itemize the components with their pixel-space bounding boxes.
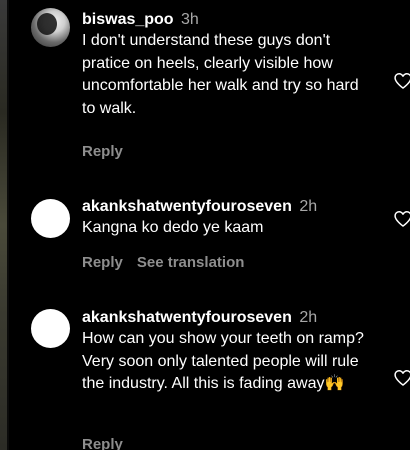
profile-photo-icon[interactable] (31, 8, 70, 47)
comment-username[interactable]: akankshatwentyfouroseven (82, 309, 292, 326)
heart-outline-icon[interactable] (393, 368, 410, 388)
comment-timestamp: 2h (299, 198, 318, 215)
comment-body: akankshatwentyfouroseven 2h Kangna ko de… (82, 196, 374, 240)
comment-actions: Reply (82, 143, 123, 160)
comment-text: I don't understand these guys don't prat… (82, 32, 359, 117)
see-translation-button[interactable]: See translation (137, 254, 245, 271)
default-avatar-icon[interactable] (31, 199, 70, 238)
comment-text: Kangna ko dedo ye kaam (82, 219, 264, 236)
heart-outline-icon[interactable] (393, 209, 410, 229)
reply-button[interactable]: Reply (82, 436, 123, 450)
comment-header: akankshatwentyfouroseven 2h (82, 196, 374, 217)
comment-header: biswas_poo 3h (82, 9, 374, 30)
background-video-edge (0, 0, 9, 450)
comment-username[interactable]: biswas_poo (82, 11, 174, 28)
comment-body: akankshatwentyfouroseven 2h How can you … (82, 307, 374, 396)
reply-button[interactable]: Reply (82, 143, 123, 160)
comment-header: akankshatwentyfouroseven 2h (82, 307, 374, 328)
comment-timestamp: 3h (181, 11, 199, 28)
comment-actions: Reply See translation (82, 254, 244, 271)
comment-actions: Reply (82, 436, 123, 450)
heart-outline-icon[interactable] (393, 71, 410, 91)
comment-username[interactable]: akankshatwentyfouroseven (82, 198, 292, 215)
comment-body: biswas_poo 3h I don't understand these g… (82, 9, 374, 120)
comment-text: How can you show your teeth on ramp?Very… (82, 330, 364, 392)
default-avatar-icon[interactable] (31, 309, 70, 348)
comment-timestamp: 2h (299, 309, 318, 326)
reply-button[interactable]: Reply (82, 254, 123, 271)
